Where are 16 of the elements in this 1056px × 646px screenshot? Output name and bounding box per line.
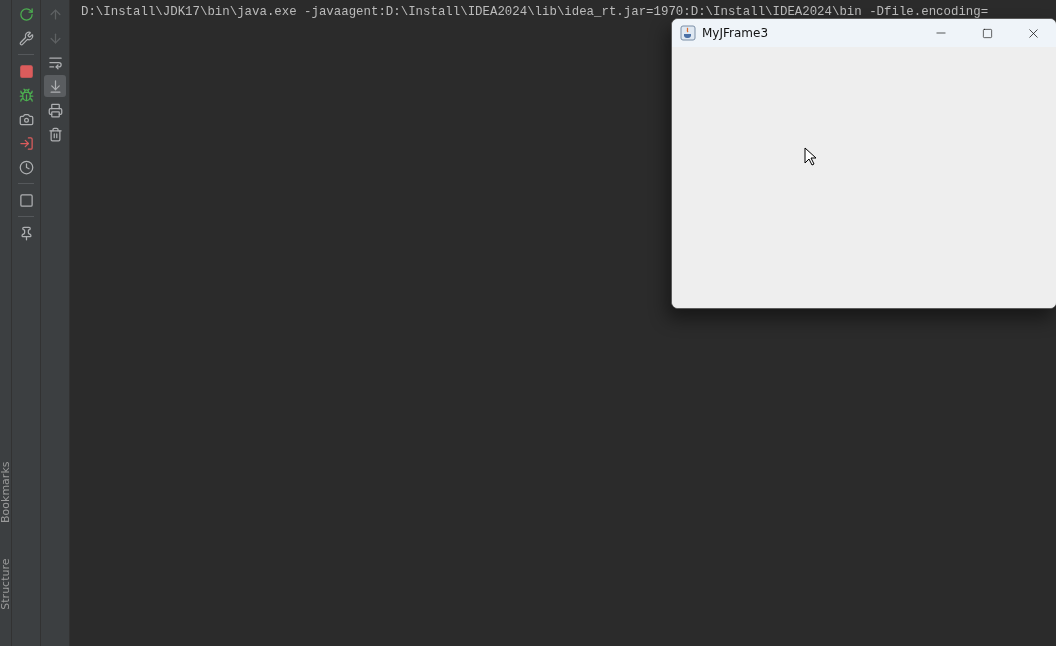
side-tab[interactable]: Bookmarks [0,461,11,528]
camera-icon[interactable] [18,111,34,127]
console-line: D:\Install\JDK17\bin\java.exe -javaagent:D:\Install\IDEA2024\lib\idea_rt.jar=1970:D:\Install\IDEA2024\bin -Dfile.encoding= [81,4,990,20]
window-title: MyJFrame3 [702,26,770,40]
mouse-pointer-icon [804,147,816,166]
pin-icon[interactable] [18,225,34,241]
maximize-icon[interactable] [981,27,993,39]
exit-icon[interactable] [18,135,34,151]
layout-icon[interactable] [18,192,34,208]
java-cup-icon [680,25,696,41]
clock-icon[interactable] [18,159,34,175]
wrench-icon[interactable] [18,30,34,46]
rerun-icon[interactable] [18,6,34,22]
bug-icon[interactable] [18,87,34,103]
side-tab[interactable]: Structure [0,558,11,625]
stop-icon[interactable] [18,63,34,79]
